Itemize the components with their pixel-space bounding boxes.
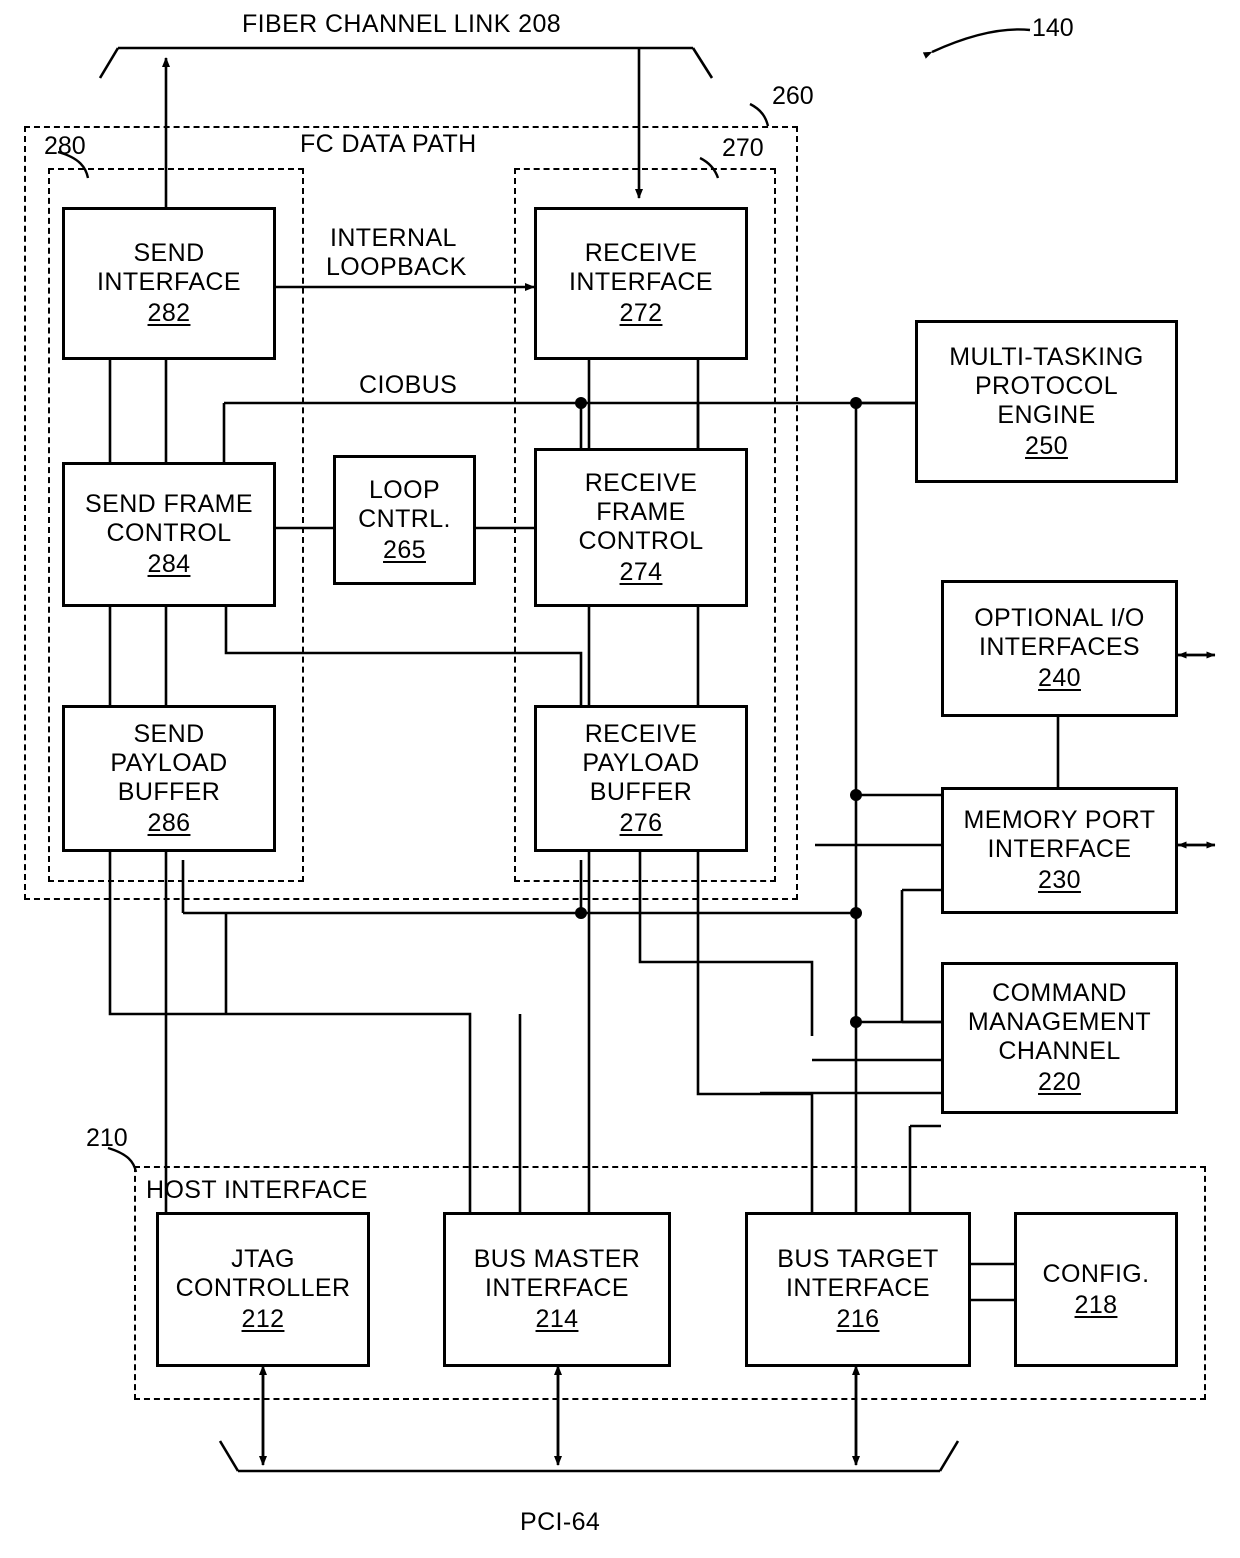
block-ref-number: 250 <box>1025 431 1068 460</box>
block-loop-control[interactable]: LOOP CNTRL. 265 <box>333 455 476 585</box>
label-ciobus: CIOBUS <box>355 371 462 400</box>
ref-270: 270 <box>722 134 764 162</box>
block-line: MULTI-TASKING <box>949 342 1144 371</box>
block-line: BUFFER <box>589 777 693 806</box>
block-ref-number: 272 <box>619 299 663 327</box>
block-ref-number: 218 <box>1074 1290 1118 1319</box>
ref-260: 260 <box>772 82 814 110</box>
block-line: INTERFACE <box>786 1274 930 1302</box>
block-line: INTERFACE <box>569 268 713 296</box>
block-receive-frame-control[interactable]: RECEIVE FRAME CONTROL 274 <box>534 448 748 607</box>
block-ref-number: 220 <box>1038 1068 1081 1096</box>
block-line: COMMAND <box>992 979 1127 1007</box>
block-ref-number: 282 <box>147 299 191 327</box>
block-memory-port-interface[interactable]: MEMORY PORT INTERFACE 230 <box>941 787 1178 914</box>
ref-280: 280 <box>44 132 86 160</box>
block-line: PAYLOAD <box>110 748 228 777</box>
group-title-host-interface: HOST INTERFACE <box>146 1176 368 1204</box>
block-line: FRAME <box>596 497 686 526</box>
block-ref-number: 214 <box>535 1305 579 1333</box>
label-internal-loopback-line2: LOOPBACK <box>326 253 467 281</box>
label-internal-loopback-line1: INTERNAL <box>330 224 457 252</box>
block-multitasking-protocol-engine[interactable]: MULTI-TASKING PROTOCOL ENGINE 250 <box>915 320 1178 483</box>
block-receive-payload-buffer[interactable]: RECEIVE PAYLOAD BUFFER 276 <box>534 705 748 852</box>
block-ref-number: 212 <box>241 1305 285 1333</box>
block-ref-number: 274 <box>619 557 663 586</box>
group-title-fc-data-path: FC DATA PATH <box>300 130 477 158</box>
block-ref-number: 216 <box>836 1305 880 1333</box>
block-line: JTAG <box>231 1245 295 1273</box>
block-line: BUFFER <box>117 777 221 806</box>
block-line: RECEIVE <box>584 239 698 267</box>
bus-label-fiber-channel-link: FIBER CHANNEL LINK 208 <box>238 10 566 39</box>
block-command-management-channel[interactable]: COMMAND MANAGEMENT CHANNEL 220 <box>941 962 1178 1114</box>
block-line: INTERFACE <box>97 268 241 296</box>
block-line: RECEIVE <box>584 719 698 748</box>
block-line: LOOP <box>368 475 441 504</box>
block-line: BUS TARGET <box>777 1245 939 1273</box>
block-send-payload-buffer[interactable]: SEND PAYLOAD BUFFER 286 <box>62 705 276 852</box>
block-line: MEMORY PORT <box>963 806 1156 834</box>
block-line: RECEIVE <box>584 468 698 497</box>
block-line: SEND <box>133 719 205 748</box>
block-ref-number: 265 <box>383 535 426 564</box>
block-line: CONTROLLER <box>175 1274 351 1302</box>
block-config[interactable]: CONFIG. 218 <box>1014 1212 1178 1367</box>
block-ref-number: 240 <box>1038 664 1081 692</box>
block-line: BUS MASTER <box>473 1245 641 1273</box>
block-ref-number: 276 <box>619 808 663 837</box>
block-line: INTERFACES <box>979 633 1140 661</box>
block-line: INTERFACE <box>987 835 1132 863</box>
block-line: CONTROL <box>106 519 232 547</box>
block-line: PAYLOAD <box>582 748 700 777</box>
block-optional-io-interfaces[interactable]: OPTIONAL I/O INTERFACES 240 <box>941 580 1178 717</box>
block-send-frame-control[interactable]: SEND FRAME CONTROL 284 <box>62 462 276 607</box>
block-jtag-controller[interactable]: JTAG CONTROLLER 212 <box>156 1212 370 1367</box>
block-send-interface[interactable]: SEND INTERFACE 282 <box>62 207 276 360</box>
block-ref-number: 286 <box>147 808 191 837</box>
block-ref-number: 230 <box>1038 866 1081 894</box>
block-line: ENGINE <box>997 400 1096 429</box>
block-line: CNTRL. <box>358 504 451 533</box>
block-line: OPTIONAL I/O <box>974 604 1145 632</box>
patent-figure: FC DATA PATH HOST INTERFACE 140 260 270 … <box>0 0 1240 1558</box>
block-line: MANAGEMENT <box>967 1008 1152 1036</box>
block-line: CHANNEL <box>998 1037 1121 1065</box>
block-line: SEND <box>133 239 205 267</box>
block-bus-target-interface[interactable]: BUS TARGET INTERFACE 216 <box>745 1212 971 1367</box>
ref-210: 210 <box>86 1124 128 1152</box>
block-ref-number: 284 <box>147 550 191 578</box>
block-line: CONFIG. <box>1042 1259 1150 1288</box>
ref-140: 140 <box>1032 14 1074 42</box>
bus-label-pci-64: PCI-64 <box>520 1508 601 1536</box>
block-line: SEND FRAME <box>85 490 253 518</box>
block-line: INTERFACE <box>485 1274 629 1302</box>
block-receive-interface[interactable]: RECEIVE INTERFACE 272 <box>534 207 748 360</box>
block-line: PROTOCOL <box>974 371 1119 400</box>
block-line: CONTROL <box>578 526 704 555</box>
block-bus-master-interface[interactable]: BUS MASTER INTERFACE 214 <box>443 1212 671 1367</box>
